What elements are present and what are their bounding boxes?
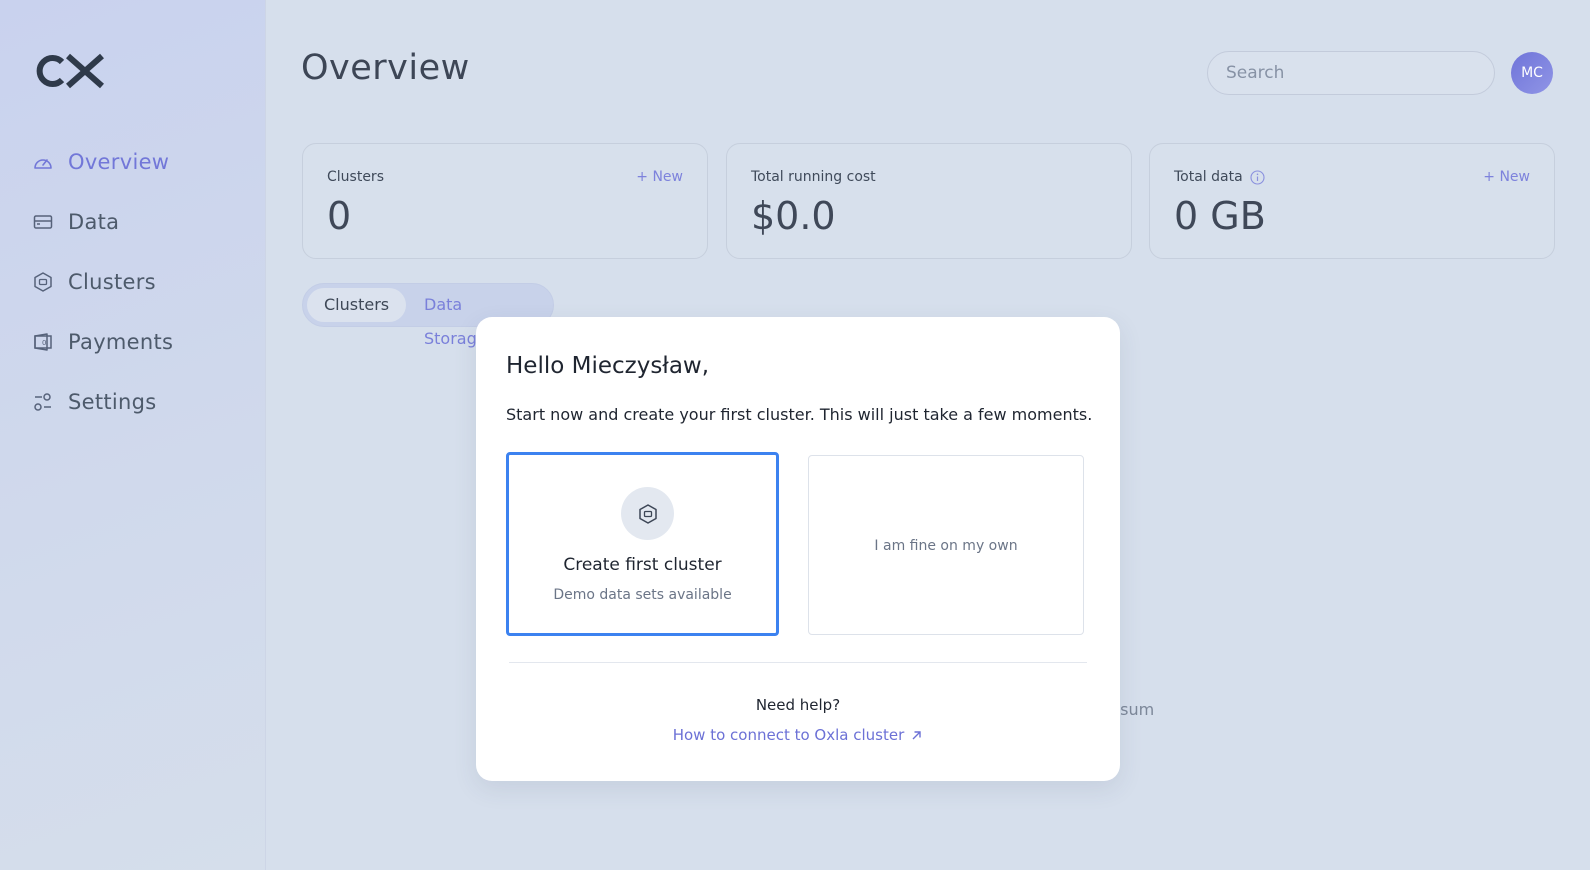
stat-label: Clusters: [327, 169, 384, 185]
gauge-icon: [32, 151, 54, 173]
new-data-button[interactable]: + New: [1483, 169, 1530, 185]
search-input[interactable]: [1207, 51, 1495, 95]
stat-value: $0.0: [751, 194, 836, 238]
hexagon-cluster-icon: [32, 271, 54, 293]
avatar[interactable]: MC: [1511, 52, 1553, 94]
stat-card-running-cost: Total running cost $0.0: [726, 143, 1132, 259]
stat-label: Total running cost: [751, 169, 876, 185]
sidebar-item-settings[interactable]: Settings: [32, 380, 173, 424]
stat-card-clusters: Clusters + New 0: [302, 143, 708, 259]
welcome-modal: Hello Mieczysław, Start now and create y…: [476, 317, 1120, 781]
page-title: Overview: [301, 48, 470, 88]
option-subtitle: Demo data sets available: [553, 587, 732, 603]
sidebar-item-label: Settings: [68, 390, 157, 414]
stat-label-wrap: Total data: [1174, 169, 1265, 185]
help-link-row: How to connect to Oxla cluster: [476, 726, 1120, 744]
stat-card-total-data: Total data + New 0 GB: [1149, 143, 1555, 259]
sliders-icon: [32, 391, 54, 413]
oxla-logo[interactable]: OX: [32, 52, 104, 90]
svg-text:0: 0: [42, 339, 47, 347]
stat-label: Total data: [1174, 169, 1243, 185]
modal-text: Start now and create your first cluster.…: [506, 405, 1093, 424]
create-first-cluster-option[interactable]: Create first cluster Demo data sets avai…: [506, 452, 779, 636]
sidebar-item-label: Overview: [68, 150, 170, 174]
connect-help-link[interactable]: How to connect to Oxla cluster: [673, 726, 924, 744]
hexagon-cluster-icon: [621, 487, 674, 540]
sidebar-item-label: Payments: [68, 330, 174, 354]
new-cluster-button[interactable]: + New: [636, 169, 683, 185]
option-label: I am fine on my own: [874, 538, 1018, 554]
stat-value: 0 GB: [1174, 194, 1266, 238]
sidebar-item-label: Data: [68, 210, 120, 234]
sidebar-item-payments[interactable]: 0 Payments: [32, 320, 173, 364]
sidebar: OX Overview Data Clusters 0: [0, 0, 266, 870]
fine-on-my-own-option[interactable]: I am fine on my own: [808, 455, 1084, 635]
server-icon: [32, 211, 54, 233]
sidebar-item-label: Clusters: [68, 270, 156, 294]
sidebar-item-data[interactable]: Data: [32, 200, 173, 244]
info-icon[interactable]: [1250, 169, 1265, 185]
sidebar-nav: Overview Data Clusters 0 Payments Settin…: [32, 140, 173, 440]
help-title: Need help?: [755, 696, 841, 714]
sidebar-item-overview[interactable]: Overview: [32, 140, 173, 184]
external-link-icon: [910, 729, 923, 742]
sidebar-item-clusters[interactable]: Clusters: [32, 260, 173, 304]
modal-title: Hello Mieczysław,: [506, 353, 710, 379]
tab-clusters[interactable]: Clusters: [307, 288, 407, 322]
wallet-icon: 0: [32, 331, 54, 353]
option-title: Create first cluster: [563, 555, 722, 575]
help-link-label: How to connect to Oxla cluster: [672, 726, 905, 744]
stat-value: 0: [327, 194, 352, 238]
divider: [509, 662, 1087, 663]
